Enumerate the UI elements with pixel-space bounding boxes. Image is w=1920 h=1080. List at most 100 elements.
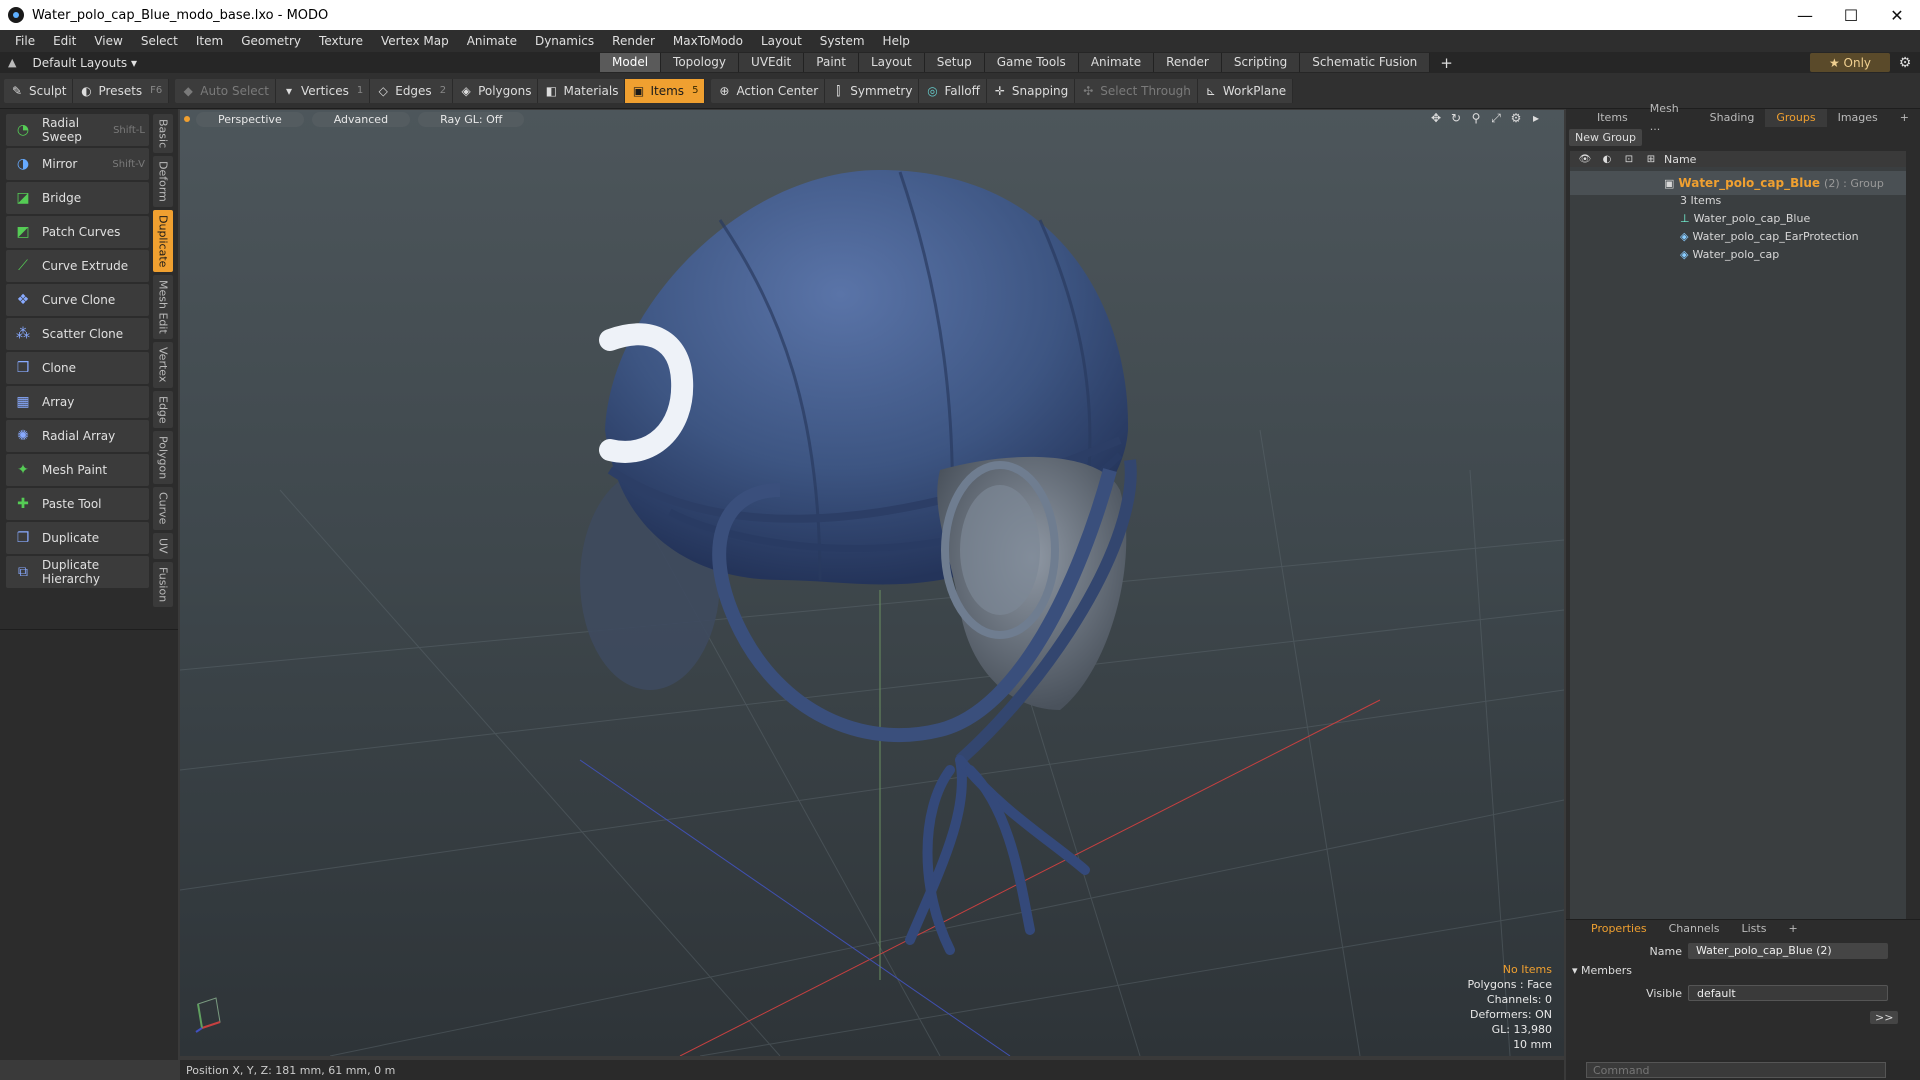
members-section[interactable]: ▾ Members — [1572, 964, 1632, 977]
menu-render[interactable]: Render — [603, 30, 664, 52]
tab-lists[interactable]: Lists — [1731, 920, 1778, 938]
tab-layout[interactable]: Layout — [858, 53, 925, 72]
fit-view-icon[interactable]: ⤢ — [1486, 111, 1506, 126]
ray-gl-button[interactable]: Ray GL: Off — [418, 111, 525, 127]
vtab-basic[interactable]: Basic — [153, 114, 173, 154]
tab-mesh[interactable]: Mesh ... — [1639, 100, 1699, 136]
tool-clone[interactable]: ❒ Clone — [6, 352, 149, 384]
menu-system[interactable]: System — [811, 30, 874, 52]
lock-column-icon[interactable]: ⊡ — [1618, 154, 1640, 165]
visible-dropdown[interactable]: default — [1688, 985, 1888, 1001]
menu-select[interactable]: Select — [132, 30, 187, 52]
tool-array[interactable]: ▦ Array — [6, 386, 149, 418]
tool-paste-tool[interactable]: ✚ Paste Tool — [6, 488, 149, 520]
action-center-button[interactable]: ⊕ Action Center — [711, 78, 826, 103]
vtab-curve[interactable]: Curve — [153, 487, 173, 530]
visibility-column-icon[interactable]: 👁 — [1574, 154, 1596, 165]
edges-button[interactable]: ◇ Edges 2 — [370, 78, 454, 103]
gear-icon[interactable]: ⚙ — [1890, 55, 1920, 71]
rotate-view-icon[interactable]: ↻ — [1446, 111, 1466, 126]
3d-viewport[interactable]: Perspective Advanced Ray GL: Off ✥ ↻ ⚲ ⤢… — [180, 110, 1564, 1056]
tab-properties[interactable]: Properties — [1580, 920, 1658, 938]
tab-channels[interactable]: Channels — [1658, 920, 1731, 938]
tool-radial-sweep[interactable]: ◔ Radial Sweep Shift-L — [6, 114, 149, 146]
name-field[interactable]: Water_polo_cap_Blue (2) — [1688, 943, 1888, 959]
tab-model[interactable]: Model — [600, 53, 662, 72]
vtab-fusion[interactable]: Fusion — [153, 561, 173, 607]
falloff-button[interactable]: ◎ Falloff — [919, 78, 987, 103]
menu-edit[interactable]: Edit — [44, 30, 85, 52]
snapping-button[interactable]: ✛ Snapping — [987, 78, 1076, 103]
vtab-polygon[interactable]: Polygon — [153, 431, 173, 485]
sculpt-button[interactable]: ✎ Sculpt — [4, 78, 74, 103]
view-type-button[interactable]: Perspective — [196, 111, 304, 127]
default-layouts-dropdown[interactable]: Default Layouts ▾ — [32, 56, 137, 70]
vertices-button[interactable]: ▾ Vertices 1 — [276, 78, 371, 103]
select-column-icon[interactable]: ⊞ — [1640, 154, 1662, 165]
select-through-button[interactable]: ✣ Select Through — [1075, 78, 1198, 103]
tool-bridge[interactable]: ◪ Bridge — [6, 182, 149, 214]
list-item[interactable]: ◈ Water_polo_cap_EarProtection — [1570, 227, 1906, 245]
add-properties-tab-button[interactable]: + — [1777, 920, 1808, 938]
polygons-button[interactable]: ◈ Polygons — [453, 78, 539, 103]
menu-geometry[interactable]: Geometry — [232, 30, 310, 52]
tool-mesh-paint[interactable]: ✦ Mesh Paint — [6, 454, 149, 486]
close-button[interactable]: ✕ — [1874, 0, 1920, 30]
tool-curve-extrude[interactable]: ⟋ Curve Extrude — [6, 250, 149, 282]
menu-help[interactable]: Help — [874, 30, 919, 52]
vtab-deform[interactable]: Deform — [153, 156, 173, 208]
tab-scripting[interactable]: Scripting — [1221, 53, 1301, 72]
tool-curve-clone[interactable]: ❖ Curve Clone — [6, 284, 149, 316]
menu-view[interactable]: View — [85, 30, 131, 52]
menu-animate[interactable]: Animate — [458, 30, 526, 52]
vtab-vertex[interactable]: Vertex — [153, 342, 173, 388]
list-item[interactable]: ⊥ Water_polo_cap_Blue — [1570, 209, 1906, 227]
tab-schematic-fusion[interactable]: Schematic Fusion — [1300, 53, 1431, 72]
minimize-button[interactable]: — — [1782, 0, 1828, 30]
tab-render[interactable]: Render — [1154, 53, 1222, 72]
tool-duplicate-hierarchy[interactable]: ⧉ Duplicate Hierarchy — [6, 556, 149, 588]
viewport-settings-icon[interactable]: ⚙ — [1506, 111, 1526, 126]
tab-topology[interactable]: Topology — [661, 53, 740, 72]
symmetry-button[interactable]: ⫿ Symmetry — [825, 78, 920, 103]
only-button[interactable]: ★ Only — [1810, 53, 1890, 72]
more-button[interactable]: >> — [1870, 1010, 1899, 1024]
shading-mode-button[interactable]: Advanced — [311, 111, 411, 127]
tab-animate[interactable]: Animate — [1078, 53, 1155, 72]
tab-images[interactable]: Images — [1827, 109, 1889, 127]
menu-file[interactable]: File — [6, 30, 44, 52]
presets-button[interactable]: ◐ Presets F6 — [73, 78, 170, 103]
tab-game-tools[interactable]: Game Tools — [984, 53, 1079, 72]
tool-mirror[interactable]: ◑ Mirror Shift-V — [6, 148, 149, 180]
tool-patch-curves[interactable]: ◩ Patch Curves — [6, 216, 149, 248]
render-column-icon[interactable]: ◐ — [1596, 154, 1618, 165]
tool-radial-array[interactable]: ✺ Radial Array — [6, 420, 149, 452]
menu-item[interactable]: Item — [187, 30, 232, 52]
new-group-button[interactable]: New Group — [1569, 128, 1642, 146]
workplane-button[interactable]: ⊾ WorkPlane — [1198, 78, 1294, 103]
menu-texture[interactable]: Texture — [310, 30, 372, 52]
vtab-duplicate[interactable]: Duplicate — [153, 210, 173, 273]
auto-select-button[interactable]: ◆ Auto Select — [175, 78, 276, 103]
zoom-view-icon[interactable]: ⚲ — [1466, 111, 1486, 126]
tab-shading[interactable]: Shading — [1699, 109, 1766, 127]
menu-vertex-map[interactable]: Vertex Map — [372, 30, 458, 52]
menu-layout[interactable]: Layout — [752, 30, 811, 52]
menu-dynamics[interactable]: Dynamics — [526, 30, 603, 52]
tool-scatter-clone[interactable]: ⁂ Scatter Clone — [6, 318, 149, 350]
command-input[interactable] — [1586, 1062, 1886, 1078]
add-tab-button[interactable]: + — [1430, 54, 1463, 72]
vtab-mesh-edit[interactable]: Mesh Edit — [153, 275, 173, 340]
name-column-header[interactable]: Name — [1664, 153, 1696, 166]
tab-paint[interactable]: Paint — [804, 53, 859, 72]
materials-button[interactable]: ◧ Materials — [538, 78, 626, 103]
add-panel-tab-button[interactable]: + — [1889, 109, 1920, 127]
menu-maxtomodo[interactable]: MaxToModo — [664, 30, 752, 52]
tab-uvedit[interactable]: UVEdit — [739, 53, 805, 72]
list-item[interactable]: ◈ Water_polo_cap — [1570, 245, 1906, 263]
layout-collapse-icon[interactable]: ▲ — [8, 56, 16, 69]
items-button[interactable]: ▣ Items 5 — [625, 78, 706, 103]
vtab-uv[interactable]: UV — [153, 532, 173, 559]
viewport-options-dot[interactable] — [184, 116, 190, 122]
viewport-more-icon[interactable]: ▸ — [1526, 111, 1546, 126]
